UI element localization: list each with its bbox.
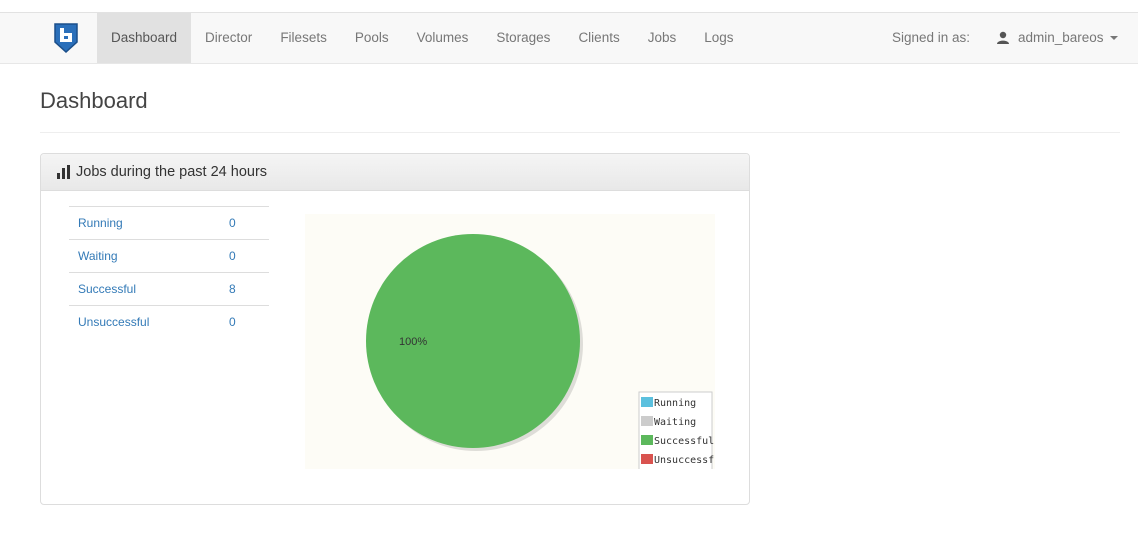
stats-value-link[interactable]: 8: [229, 272, 269, 306]
stats-label-link[interactable]: Waiting: [69, 239, 229, 273]
panel-title: Jobs during the past 24 hours: [76, 164, 268, 180]
legend-label-unsuccessful: Unsuccessful: [654, 455, 715, 466]
stats-row-running: Running 0: [69, 206, 269, 240]
nav-item-logs[interactable]: Logs: [690, 13, 747, 63]
legend-label-running: Running: [654, 398, 696, 409]
jobs-panel: Jobs during the past 24 hours Running 0 Wa…: [40, 153, 750, 505]
page-title: Dashboard: [40, 88, 148, 113]
stats-row-successful: Successful 8: [69, 272, 269, 306]
stats-label-link[interactable]: Running: [69, 206, 229, 240]
legend-swatch-running: [641, 397, 653, 407]
panel-heading: Jobs during the past 24 hours: [41, 154, 749, 191]
pie-slice-label: 100%: [399, 336, 427, 348]
nav-item-director[interactable]: Director: [191, 13, 266, 63]
chart-legend: Running Waiting Successful Unsuccessful: [638, 391, 715, 469]
legend-swatch-waiting: [641, 416, 653, 426]
stats-value-link[interactable]: 0: [229, 239, 269, 273]
legend-label-successful: Successful: [654, 436, 714, 447]
legend-label-waiting: Waiting: [654, 417, 696, 428]
jobs-pie-chart: 100% Running Waiting Successful Unsuccessfu…: [305, 214, 715, 469]
legend-swatch-successful: [641, 435, 653, 445]
bar-chart-icon: [57, 165, 70, 179]
nav-item-volumes[interactable]: Volumes: [403, 13, 483, 63]
stats-value-link[interactable]: 0: [229, 305, 269, 339]
nav-item-pools[interactable]: Pools: [341, 13, 403, 63]
nav-item-dashboard[interactable]: Dashboard: [97, 13, 192, 63]
legend-swatch-unsuccessful: [641, 454, 653, 464]
chevron-down-icon: [1109, 36, 1118, 40]
job-stats-table: Running 0 Waiting 0 Successful 8 Unsuccessful 0: [69, 206, 269, 339]
stats-row-unsuccessful: Unsuccessful 0: [69, 305, 269, 339]
stats-row-waiting: Waiting 0: [69, 239, 269, 273]
main-nav: Dashboard Director Filesets Pools Volumes Sto…: [97, 13, 748, 63]
title-divider: [40, 132, 1120, 133]
signed-in-label: Signed in as:: [892, 30, 971, 45]
nav-item-filesets[interactable]: Filesets: [266, 13, 341, 63]
nav-item-jobs[interactable]: Jobs: [634, 13, 691, 63]
nav-item-clients[interactable]: Clients: [564, 13, 633, 63]
nav-item-storages[interactable]: Storages: [482, 13, 564, 63]
username: admin_bareos: [1018, 30, 1104, 45]
bareos-logo-icon: [54, 23, 78, 54]
top-navbar: Dashboard Director Filesets Pools Volumes Sto…: [0, 12, 1138, 64]
user-icon: [997, 31, 1009, 44]
stats-label-link[interactable]: Unsuccessful: [69, 305, 229, 339]
stats-value-link[interactable]: 0: [229, 206, 269, 240]
user-menu-dropdown[interactable]: admin_bareos: [996, 13, 1118, 63]
stats-label-link[interactable]: Successful: [69, 272, 229, 306]
bareos-logo[interactable]: [40, 13, 92, 63]
